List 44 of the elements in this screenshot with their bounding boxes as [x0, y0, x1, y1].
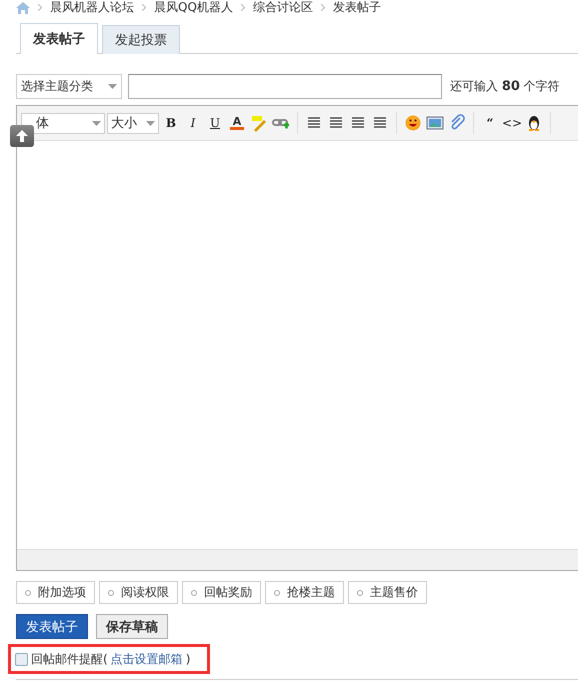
char-count-hint: 还可输入 80 个字符: [450, 78, 560, 95]
font-select[interactable]: 大小: [107, 112, 159, 134]
chevron-icon: [38, 4, 42, 11]
breadcrumb-link[interactable]: 晨风机器人论坛: [50, 0, 134, 15]
code-button[interactable]: <>: [502, 113, 522, 133]
bold-button[interactable]: B: [161, 113, 181, 133]
select-value: 大小: [111, 115, 137, 132]
image-icon[interactable]: [426, 114, 444, 132]
chevron-icon: [142, 4, 146, 11]
option-button[interactable]: 阅读权限: [99, 581, 178, 604]
chevron-icon: [320, 4, 325, 11]
chevron-icon: [240, 4, 245, 11]
option-button[interactable]: 附加选项: [16, 581, 95, 604]
set-email-link[interactable]: 点击设置邮箱: [110, 650, 183, 668]
up-arrow-icon: [16, 130, 28, 142]
tab[interactable]: 发表帖子: [20, 23, 98, 54]
subject-input[interactable]: [128, 74, 442, 99]
italic-button[interactable]: I: [183, 113, 203, 133]
upload-button[interactable]: [10, 125, 34, 147]
font-select[interactable]: 体: [21, 112, 105, 134]
save-draft-button[interactable]: 保存草稿: [96, 614, 168, 639]
breadcrumb-link[interactable]: 综合讨论区: [252, 0, 313, 15]
notify-label: 回帖邮件提醒(: [31, 650, 108, 668]
select-value: 体: [36, 115, 49, 132]
dropdown-caret-icon: [92, 120, 101, 126]
select-value: 选择主题分类: [21, 78, 93, 95]
option-button[interactable]: 主题售价: [348, 581, 427, 604]
text-color-button[interactable]: A: [227, 116, 247, 130]
option-button[interactable]: 回帖奖励: [182, 581, 261, 604]
breadcrumb-link[interactable]: 晨风QQ机器人: [154, 0, 233, 15]
closing-paren: ): [186, 652, 190, 666]
dropdown-caret-icon: [146, 120, 155, 126]
checkbox[interactable]: [15, 652, 28, 666]
breadcrumb-link[interactable]: 发表帖子: [332, 0, 381, 15]
option-button[interactable]: 抢楼主题: [265, 581, 344, 604]
smiley-icon[interactable]: [404, 114, 422, 132]
quote-button[interactable]: “: [480, 113, 500, 133]
category-select[interactable]: 选择主题分类: [16, 74, 122, 99]
editor[interactable]: 体 大小 B I U A “ <>: [16, 105, 578, 571]
tab[interactable]: 发起投票: [102, 25, 180, 54]
underline-button[interactable]: U: [205, 113, 225, 133]
highlight-icon[interactable]: [250, 114, 268, 132]
dropdown-caret-icon: [108, 84, 117, 89]
submit-button[interactable]: 发表帖子: [16, 614, 88, 639]
